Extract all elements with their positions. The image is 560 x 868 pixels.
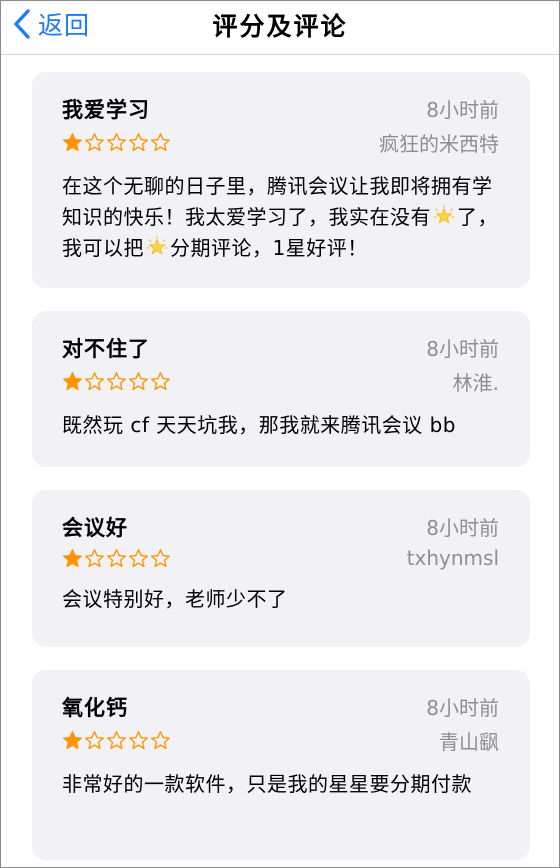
star-filled-icon xyxy=(63,731,82,750)
review-title: 会议好 xyxy=(62,516,128,540)
glowing-star-icon xyxy=(433,205,455,224)
star-empty-icon xyxy=(85,133,104,152)
review-author: 林淮. xyxy=(452,371,499,395)
review-body: 在这个无聊的日子里，腾讯会议让我即将拥有学知识的快乐！我太爱学习了，我实在没有了… xyxy=(62,171,499,264)
navigation-bar: 返回 评分及评论 xyxy=(1,1,559,55)
review-time: 8小时前 xyxy=(426,337,499,361)
star-filled-icon xyxy=(63,372,82,391)
review-card[interactable]: 我爱学习 8小时前 疯狂的米西特 在这个无聊的日子里，腾讯会议让我即将拥有学知识… xyxy=(32,72,530,288)
review-author: txhynmsl xyxy=(406,546,499,570)
review-time: 8小时前 xyxy=(426,516,499,540)
star-empty-icon xyxy=(151,133,170,152)
star-rating xyxy=(62,371,171,392)
star-rating xyxy=(62,730,171,751)
review-body: 会议特别好，老师少不了 xyxy=(62,587,288,611)
star-rating xyxy=(62,132,171,153)
star-empty-icon xyxy=(85,548,104,567)
review-list: 我爱学习 8小时前 疯狂的米西特 在这个无聊的日子里，腾讯会议让我即将拥有学知识… xyxy=(32,72,530,867)
star-empty-icon xyxy=(129,548,148,567)
review-author: 疯狂的米西特 xyxy=(379,132,499,156)
review-title: 氧化钙 xyxy=(62,696,128,720)
star-empty-icon xyxy=(85,731,104,750)
review-author: 青山飖 xyxy=(439,730,499,754)
star-empty-icon xyxy=(85,372,104,391)
star-empty-icon xyxy=(129,133,148,152)
review-card[interactable]: 会议好 8小时前 txhynmsl 会议特别好，老师少不了 xyxy=(32,490,530,647)
star-empty-icon xyxy=(107,548,126,567)
review-body-text: 分期评论，1星好评！ xyxy=(170,236,368,260)
star-empty-icon xyxy=(151,731,170,750)
star-empty-icon xyxy=(107,133,126,152)
review-title: 我爱学习 xyxy=(62,98,150,122)
review-title: 对不住了 xyxy=(62,337,150,361)
review-body-text: 在这个无聊的日子里，腾讯会议让我即将拥有学知识的快乐！我太爱学习了，我实在没有 xyxy=(62,174,493,229)
star-empty-icon xyxy=(129,731,148,750)
star-empty-icon xyxy=(129,372,148,391)
star-filled-icon xyxy=(63,548,82,567)
page-title: 评分及评论 xyxy=(212,12,348,41)
star-empty-icon xyxy=(151,548,170,567)
review-body: 既然玩 cf 天天坑我，那我就来腾讯会议 bb xyxy=(62,413,456,437)
star-filled-icon xyxy=(63,133,82,152)
glowing-star-icon xyxy=(146,236,168,255)
app-screen: 返回 评分及评论 我爱学习 8小时前 疯狂的米西特 在这个无聊的日子里，腾讯会议… xyxy=(0,0,560,868)
review-time: 8小时前 xyxy=(426,98,499,122)
star-rating xyxy=(62,548,171,569)
star-empty-icon xyxy=(107,731,126,750)
review-time: 8小时前 xyxy=(426,696,499,720)
star-empty-icon xyxy=(107,372,126,391)
star-empty-icon xyxy=(151,372,170,391)
review-body: 非常好的一款软件，只是我的星星要分期付款 xyxy=(62,772,472,796)
review-card[interactable]: 氧化钙 8小时前 青山飖 非常好的一款软件，只是我的星星要分期付款 xyxy=(32,670,530,860)
review-card[interactable]: 对不住了 8小时前 林淮. 既然玩 cf 天天坑我，那我就来腾讯会议 bb xyxy=(32,311,530,467)
